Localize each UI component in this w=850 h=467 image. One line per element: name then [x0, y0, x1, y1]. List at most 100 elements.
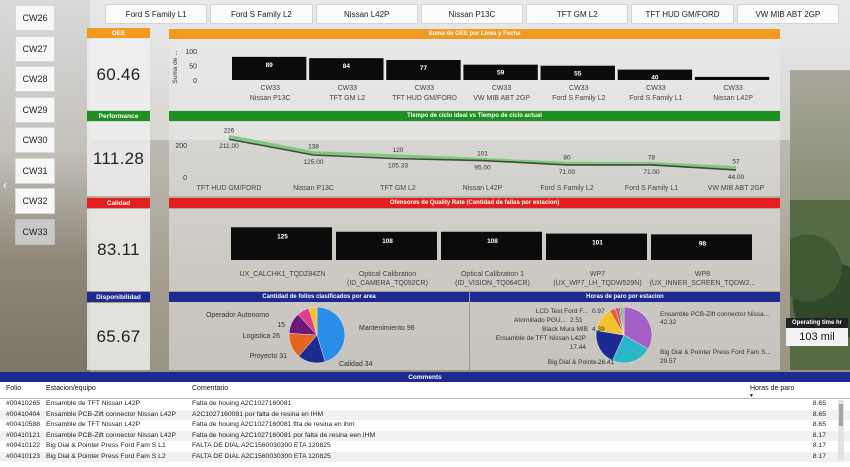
cycle-point-label: 80 [563, 154, 571, 161]
slicer-tab-1[interactable]: Ford S Family L2 [210, 4, 313, 24]
oee-xtick-bottom: Nissan P13C [250, 95, 291, 102]
table-row[interactable]: #00410404 Ensamble PCB-Zift connector Nis… [0, 409, 850, 420]
paro-label: Ensamble PCB-Zift connector Nissa... [660, 311, 769, 318]
cell-estacion: Ensamble PCB-Zift connector Nissan L42P [46, 410, 176, 418]
oee-xtick-bottom: TFT GM L2 [330, 95, 366, 102]
paro-label: Black Mura MIB [542, 326, 588, 333]
cell-comentario: FALTA DE DIAL A2C1560030300 ETA 120825 [192, 452, 331, 460]
cycle-xtick: TFT GM L2 [380, 185, 416, 192]
operating-time-label: Operating time hr [786, 318, 848, 328]
oee-chart-title: Suma de OEE por Linea y Fecha [169, 29, 780, 39]
cell-horas: 8.65 [812, 421, 826, 428]
paro-label: 4.39 [592, 326, 605, 333]
week-button-cw27[interactable]: CW27 [15, 35, 55, 62]
table-row[interactable]: #00410122 Big Dial & Pointer Press Ford F… [0, 441, 850, 452]
cell-comentario: FALTA DE DIAL A2C1560030300 ETA 120825 [192, 442, 331, 449]
kpi-disponibilidad-value: 65.67 [96, 326, 141, 346]
oee-bar-label: 55 [574, 71, 582, 78]
paro-label: 42.32 [660, 319, 677, 326]
quality-bar-label: 125 [277, 233, 288, 240]
oee-bar-label: 84 [343, 63, 351, 70]
oee-ytick: 100 [185, 49, 197, 56]
header-folio[interactable]: Folio [6, 385, 21, 392]
cell-horas: 8.17 [812, 452, 826, 460]
quality-bar-label: 101 [592, 240, 603, 247]
cycle-point-label: 211.00 [219, 143, 239, 150]
quality-bar [336, 231, 437, 260]
folios-chart-panel: Operador Autonomo 15 Logistica 26 Proyecto … [169, 302, 469, 370]
oee-xtick-top: CW33 [723, 85, 743, 92]
slicer-tab-3[interactable]: Nissan P13C [420, 4, 524, 24]
kpi-disponibilidad-label: Disponibilidad [87, 292, 150, 302]
paro-label: 29.57 [660, 358, 677, 365]
cycle-xtick: VW MIB ABT 2GP [708, 185, 765, 192]
paro-label: Ensamble de TFT Nissan L42P [496, 335, 586, 342]
oee-xtick-bottom: Ford S Family L2 [552, 95, 605, 102]
oee-xtick-top: CW33 [492, 85, 512, 92]
cycle-xtick: TFT HUD GM/FORD [197, 185, 262, 192]
cell-horas: 8.17 [812, 431, 826, 439]
paro-label: 26.41 [598, 359, 615, 366]
oee-xtick-top: CW33 [646, 85, 666, 92]
kpi-performance-card: 111.28 [87, 122, 150, 196]
quality-xtick-bottom: (UX_INNER_SCREEN_TQDW2... [650, 280, 756, 287]
folios-chart-title: Cantidad de folios clasificados por area [169, 292, 469, 302]
week-button-cw32[interactable]: CW32 [15, 188, 55, 214]
paro-label: Big Dial & Pointe... [548, 359, 602, 366]
folios-label-mantenimiento: Mantenimiento 96 [359, 325, 415, 332]
week-button-cw26[interactable]: CW26 [15, 5, 55, 31]
cell-horas: 8.65 [812, 410, 826, 418]
week-button-cw33[interactable]: CW33 [15, 218, 55, 245]
operating-time-value: 103 mil [786, 328, 848, 346]
chevron-left-icon[interactable]: ‹ [3, 178, 7, 192]
week-button-cw31[interactable]: CW31 [15, 157, 55, 184]
table-row[interactable]: #00410123 Big Dial & Pointer Press Ford F… [0, 451, 850, 462]
week-button-cw28[interactable]: CW28 [15, 66, 55, 92]
cycle-line-chart: 200 0 226 138 120 101 80 78 57 211.00 125.00 105.33… [175, 127, 765, 192]
table-row[interactable]: #00410265 Ensamble de TFT Nissan L42P Falt… [0, 399, 850, 410]
oee-ytick: 50 [189, 64, 197, 71]
oee-bar-label: 40 [651, 75, 659, 82]
cell-comentario: A2C1027160081 por falta de resina en IHM [192, 410, 324, 418]
quality-bar-label: 108 [382, 238, 393, 245]
table-row[interactable]: #00410588 Ensamble de TFT Nissan L42P Falt… [0, 420, 850, 431]
table-row[interactable]: #00410121 Ensamble PCB-Zift connector Nis… [0, 430, 850, 441]
week-button-cw30[interactable]: CW30 [15, 127, 55, 153]
cell-estacion: Ensamble de TFT Nissan L42P [46, 421, 141, 428]
oee-xtick-bottom: VW MIB ABT 2GP [473, 95, 530, 102]
cycle-xtick: Ford S Family L1 [625, 185, 678, 192]
folios-label-calidad: Calidad 34 [339, 361, 373, 368]
cell-horas: 8.65 [812, 400, 826, 407]
folios-label-logistica: Logistica 26 [243, 333, 280, 340]
oee-ytick: 0 [193, 78, 197, 85]
header-horas-de-paro[interactable]: Horas de paro [750, 385, 794, 392]
quality-xtick-bottom: (UX_WP7_LH_TQDW529N) [553, 280, 641, 287]
paro-label: Big Dial & Pointer Press Ford Fam S... [660, 349, 771, 356]
comments-scroll-thumb[interactable] [839, 404, 843, 426]
paro-pie-chart: Ensamble PCB-Zift connector Nissa...42.3… [496, 306, 771, 366]
paro-label: 2.51 [570, 317, 583, 324]
slicer-tab-6[interactable]: VW MIB ABT 2GP [736, 4, 839, 24]
cycle-point-label: 226 [224, 127, 235, 134]
slicer-tab-4[interactable]: TFT GM L2 [526, 4, 629, 24]
cycle-point-label: 138 [308, 144, 319, 151]
header-comentario[interactable]: Comentario [192, 385, 228, 392]
oee-bar-label: 59 [497, 70, 505, 77]
cycle-xtick: Nissan P13C [293, 185, 334, 192]
quality-bar [546, 233, 647, 260]
slicer-tab-5[interactable]: TFT HUD GM/FORD [631, 4, 734, 24]
week-button-cw29[interactable]: CW29 [15, 96, 55, 123]
paro-label: Atornillado PGU... [514, 317, 566, 324]
oee-xtick-bottom: TFT HUD GM/FORD [392, 95, 457, 102]
cycle-point-label: 95.00 [474, 165, 491, 172]
kpi-oee-value: 60.46 [96, 64, 141, 84]
line-slicer: Ford S Family L1 Ford S Family L2 Nissan L… [105, 4, 839, 24]
kpi-calidad-label: Calidad [87, 198, 150, 208]
slicer-tab-0[interactable]: Ford S Family L1 [105, 4, 208, 24]
quality-chart-panel: 125 UX_CALCHK1_TQDZ84ZN 108 Optical Calibra… [169, 209, 780, 291]
slicer-tab-2[interactable]: Nissan L42P [315, 4, 418, 24]
comments-title: Comments [0, 372, 850, 382]
cell-estacion: Big Dial & Pointer Press Ford Fam S L2 [46, 452, 166, 460]
kpi-oee-card: 60.46 [87, 39, 150, 110]
header-estacion[interactable]: Estacion/equipo [46, 385, 96, 392]
